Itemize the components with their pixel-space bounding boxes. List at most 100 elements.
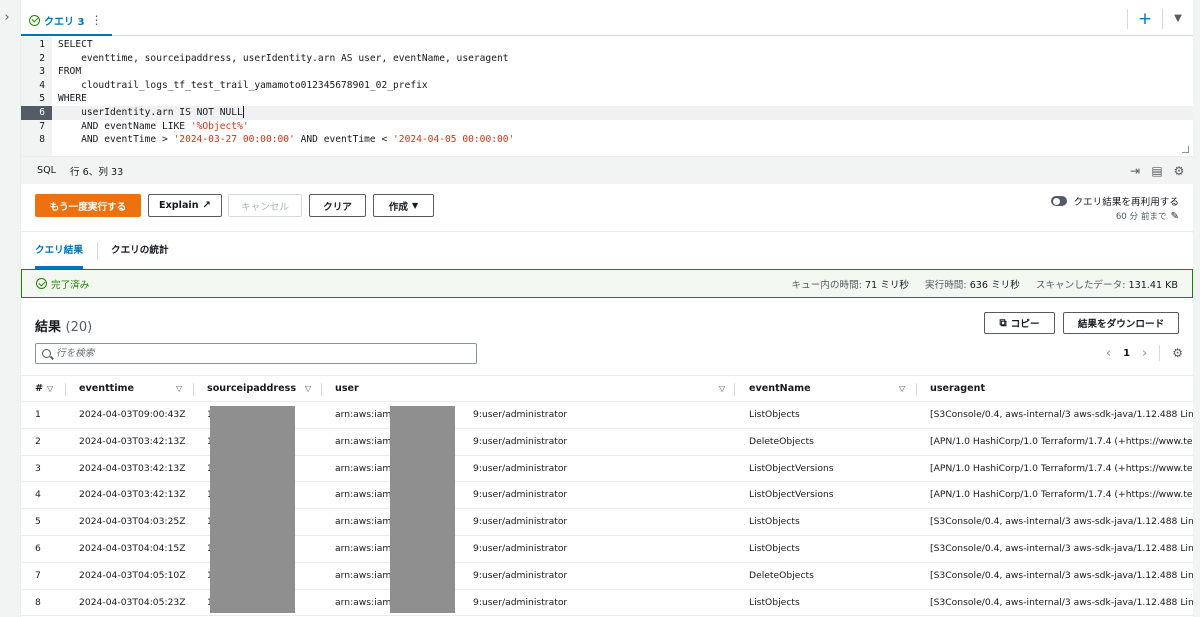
reuse-results-toggle[interactable]	[1051, 196, 1068, 206]
cell-useragent: [APN/1.0 HashiCorp/1.0 Terraform/1.7.4 (…	[930, 435, 1193, 447]
explain-button[interactable]: Explain ↗	[148, 194, 222, 217]
column-header-eventname[interactable]: eventName	[749, 376, 811, 402]
column-header-eventtime[interactable]: eventtime	[79, 376, 134, 402]
reuse-results-control[interactable]: クエリ結果を再利用する	[1051, 194, 1179, 208]
download-results-button[interactable]: 結果をダウンロード	[1063, 312, 1179, 334]
tab-query-3[interactable]: クエリ 3 ⋮	[21, 6, 113, 36]
string-literal: '2024-04-05 00:00:00'	[393, 134, 515, 146]
sort-caret-icon[interactable]: ▽	[899, 376, 905, 402]
queue-time-label: キュー内の時間:	[791, 279, 862, 291]
cell-useragent: [S3Console/0.4, aws-internal/3 aws-sdk-j…	[930, 542, 1193, 554]
cell-eventtime: 2024-04-03T09:00:43Z	[79, 409, 186, 420]
code-line[interactable]: 8 AND eventTime > '2024-03-27 00:00:00' …	[21, 133, 1193, 147]
table-row[interactable]: 22024-04-03T03:42:13Z10arn:aws:iam::9:us…	[21, 429, 1193, 456]
table-row[interactable]: 62024-04-03T04:04:15Z10arn:aws:iam::9:us…	[21, 536, 1193, 563]
redaction-block-account	[390, 406, 455, 613]
download-button-label: 結果をダウンロード	[1077, 319, 1165, 330]
explain-button-label: Explain	[159, 200, 199, 211]
table-row[interactable]: 82024-04-03T04:05:23Z10arn:aws:iam::9:us…	[21, 590, 1193, 617]
table-row[interactable]: 52024-04-03T04:03:25Z10arn:aws:iam::9:us…	[21, 509, 1193, 536]
redaction-block-ip	[210, 406, 295, 613]
queue-time-value: 71 ミリ秒	[864, 279, 910, 291]
query-metrics: キュー内の時間: 71 ミリ秒 実行時間: 636 ミリ秒 スキャンしたデータ:…	[792, 270, 1178, 297]
external-link-icon: ↗	[202, 200, 211, 211]
tab-actions: + ▼	[1127, 6, 1193, 32]
execution-time-label: 実行時間:	[925, 279, 967, 291]
sort-caret-icon[interactable]: ▽	[47, 376, 53, 402]
rerun-button-label: もう一度実行する	[49, 201, 127, 213]
column-header-index[interactable]: #	[35, 376, 43, 402]
code-token: eventtime, sourceipaddress, userIdentity…	[58, 52, 509, 64]
edit-pencil-icon[interactable]: ✎	[1171, 211, 1179, 222]
editor-resize-handle[interactable]	[1182, 146, 1189, 153]
code-line[interactable]: 1 SELECT	[21, 38, 1193, 52]
cell-user-suffix: 9:user/administrator	[473, 489, 568, 501]
current-page[interactable]: 1	[1123, 348, 1130, 359]
editor-language: SQL	[37, 165, 56, 176]
column-resizer[interactable]	[321, 383, 322, 396]
copy-button[interactable]: ⧉ コピー	[984, 312, 1055, 334]
cancel-button[interactable]: キャンセル	[228, 194, 302, 217]
cell-useragent: [S3Console/0.4, aws-internal/3 aws-sdk-j…	[930, 569, 1193, 581]
column-resizer[interactable]	[916, 383, 917, 396]
tab-dropdown-button[interactable]: ▼	[1163, 6, 1193, 32]
code-line[interactable]: 2 eventtime, sourceipaddress, userIdenti…	[21, 52, 1193, 66]
pagination: ‹ 1 › ⚙	[1106, 345, 1183, 361]
column-resizer[interactable]	[193, 383, 194, 396]
settings-gear-icon[interactable]: ⚙	[1171, 163, 1187, 179]
code-text: userIdentity.arn IS NOT NULL	[58, 106, 244, 120]
code-line[interactable]: 4 cloudtrail_logs_tf_test_trail_yamamoto…	[21, 79, 1193, 93]
sort-caret-icon[interactable]: ▽	[176, 376, 182, 402]
sort-caret-icon[interactable]: ▽	[719, 376, 725, 402]
column-header-sourceipaddress[interactable]: sourceipaddress	[207, 376, 296, 402]
clear-button[interactable]: クリア	[309, 194, 366, 217]
cell-eventname: ListObjects	[749, 516, 800, 528]
tab-more-menu-icon[interactable]: ⋮	[90, 13, 102, 27]
results-section: 結果 (20) ⧉ コピー 結果をダウンロード ‹ 1 › ⚙ # ▽ even	[21, 298, 1193, 617]
tab-query-results[interactable]: クエリ結果	[35, 233, 83, 269]
table-row[interactable]: 12024-04-03T09:00:43Z10arn:aws:iam::9:us…	[21, 402, 1193, 429]
cell-eventname: ListObjects	[749, 542, 800, 554]
row-search-input[interactable]	[56, 348, 456, 359]
editor-status-actions: ⇥ ▤ ⚙	[1127, 163, 1187, 179]
code-line[interactable]: 6 userIdentity.arn IS NOT NULL	[21, 106, 1193, 120]
cell-user-prefix: arn:aws:iam::	[335, 409, 395, 420]
table-header: # ▽ eventtime ▽ sourceipaddress ▽ user ▽…	[21, 375, 1193, 402]
column-resizer[interactable]	[734, 383, 735, 396]
code-line[interactable]: 5 WHERE	[21, 92, 1193, 106]
format-query-icon[interactable]: ⇥	[1127, 163, 1143, 179]
prev-page-icon[interactable]: ‹	[1106, 346, 1111, 361]
table-row[interactable]: 32024-04-03T03:42:13Z10arn:aws:iam::9:us…	[21, 456, 1193, 483]
column-header-user[interactable]: user	[335, 376, 359, 402]
column-header-useragent[interactable]: useragent	[930, 376, 985, 402]
line-number: 1	[39, 39, 45, 50]
rerun-button[interactable]: もう一度実行する	[35, 194, 141, 217]
table-settings-gear-icon[interactable]: ⚙	[1172, 346, 1183, 360]
row-search[interactable]	[35, 343, 477, 364]
code-line[interactable]: 7 AND eventName LIKE '%Object%'	[21, 120, 1193, 134]
next-page-icon[interactable]: ›	[1142, 346, 1147, 361]
table-row[interactable]: 72024-04-03T04:05:10Z10arn:aws:iam::9:us…	[21, 563, 1193, 590]
table-row[interactable]: 42024-04-03T03:42:13Z10arn:aws:iam::9:us…	[21, 482, 1193, 510]
cell-index: 7	[35, 569, 41, 581]
add-query-tab-button[interactable]: +	[1128, 6, 1162, 32]
cell-user-suffix: 9:user/administrator	[473, 516, 568, 528]
create-dropdown-button[interactable]: 作成 ▼	[373, 194, 434, 217]
sql-editor[interactable]: 1 SELECT 2 eventtime, sourceipaddress, use…	[21, 37, 1193, 156]
cell-user-prefix: arn:aws:iam::	[335, 596, 395, 608]
sort-caret-icon[interactable]: ▽	[305, 376, 311, 402]
data-scanned-value: 131.41 KB	[1128, 279, 1179, 291]
cell-user-suffix: 9:user/administrator	[473, 435, 568, 447]
cell-eventtime: 2024-04-03T04:04:15Z	[79, 542, 186, 554]
column-resizer[interactable]	[65, 383, 66, 396]
code-line[interactable]: 3 FROM	[21, 65, 1193, 79]
cell-index: 6	[35, 542, 41, 554]
string-literal: '%Object%'	[190, 120, 249, 132]
sidebar-toggle-chevron-icon[interactable]: ›	[0, 10, 14, 26]
tab-query-stats[interactable]: クエリの統計	[111, 233, 169, 269]
cell-index: 2	[35, 435, 41, 447]
cell-eventname: ListObjectVersions	[749, 462, 834, 474]
keyboard-shortcuts-icon[interactable]: ▤	[1149, 163, 1165, 179]
execution-time-value: 636 ミリ秒	[969, 279, 1020, 291]
cell-useragent: [APN/1.0 HashiCorp/1.0 Terraform/1.7.4 (…	[930, 489, 1193, 501]
